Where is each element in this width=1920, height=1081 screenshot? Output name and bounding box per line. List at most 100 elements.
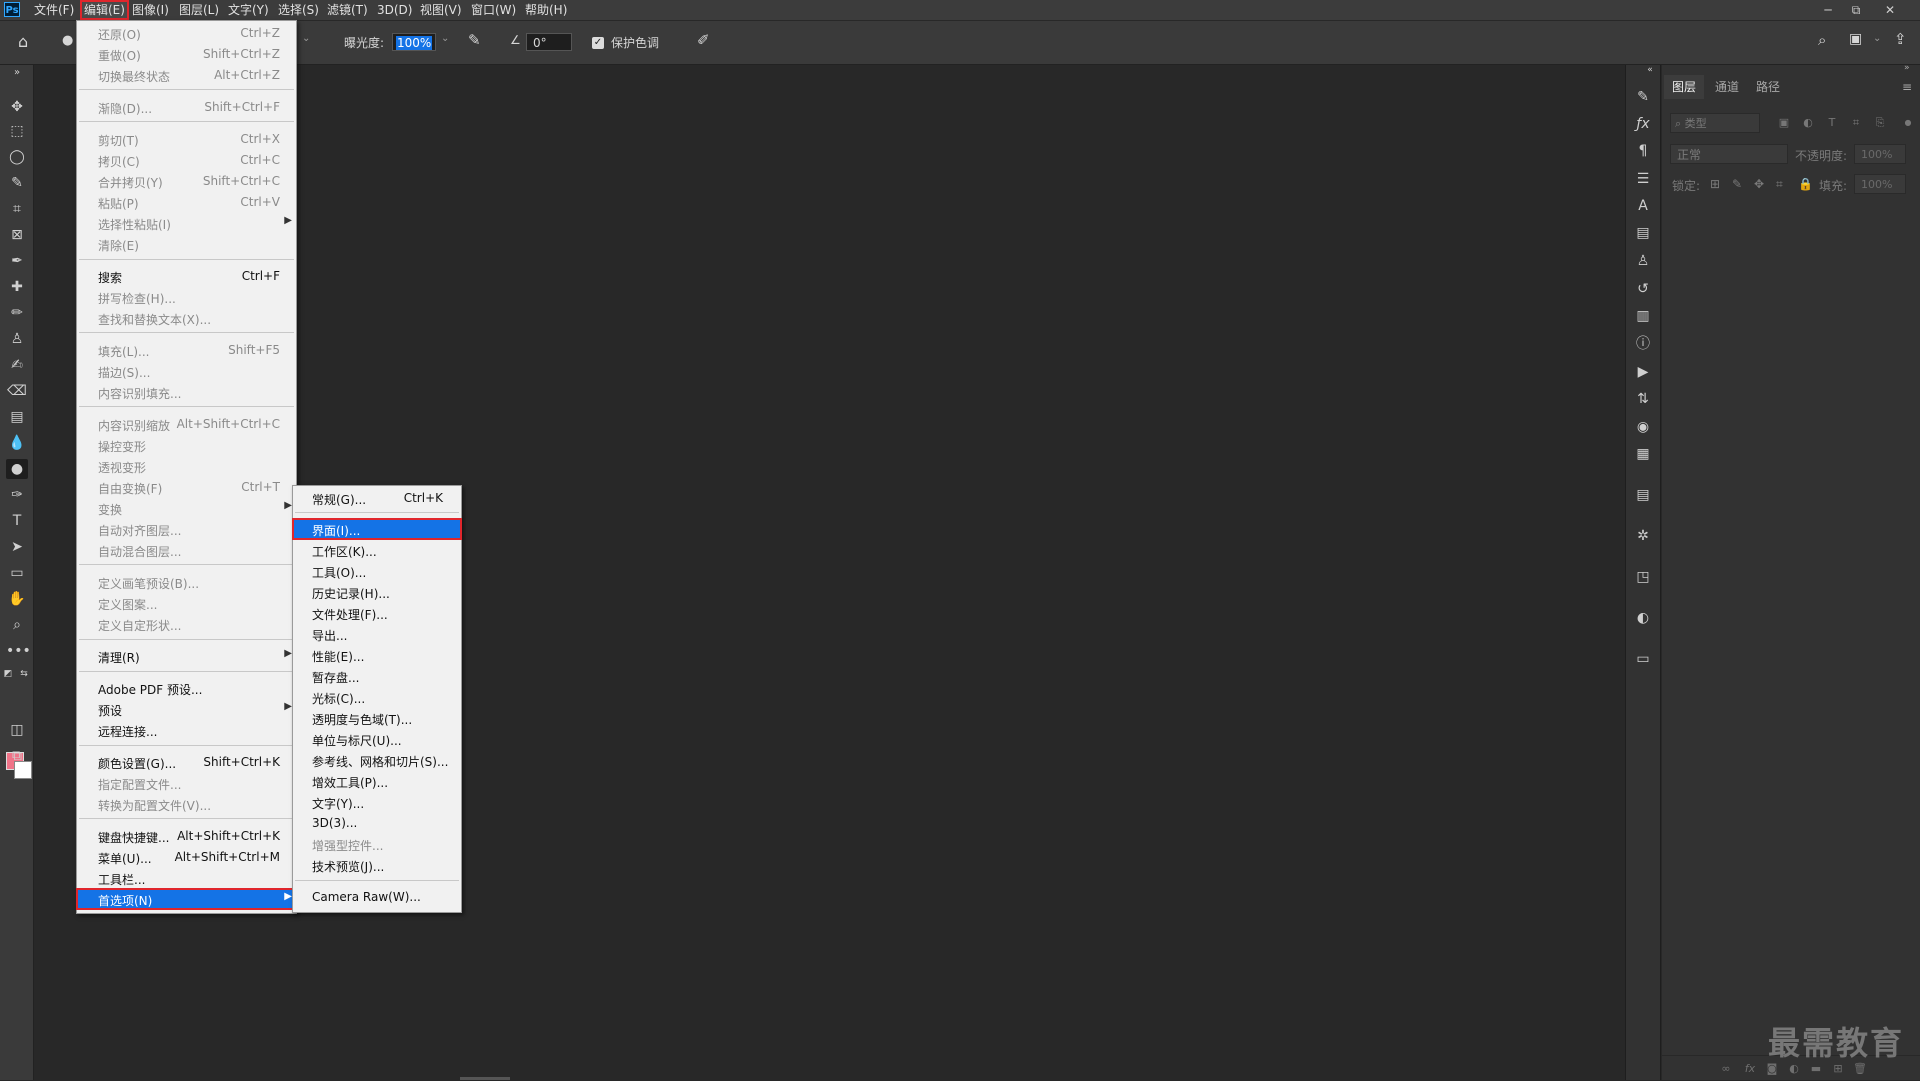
menu-3d[interactable]: 3D(D) [373, 0, 416, 20]
submenu-item-file-handling[interactable]: 文件处理(F)... [293, 603, 461, 623]
workspace-chevron-icon[interactable]: ⌄ [1873, 33, 1881, 44]
lock-artboard-icon[interactable]: ⌗ [1776, 177, 1783, 192]
airbrush-icon[interactable]: ✎ [468, 31, 481, 49]
tab-layers[interactable]: 图层 [1664, 75, 1705, 99]
submenu-item-camera-raw[interactable]: Camera Raw(W)... [293, 887, 461, 907]
menu-file[interactable]: 文件(F) [30, 0, 78, 20]
menu-item-define-pattern[interactable]: 定义图案... [77, 593, 296, 613]
menu-item-copy-merged[interactable]: 合并拷贝(Y) Shift+Ctrl+C [77, 171, 296, 191]
close-icon[interactable]: ✕ [1876, 0, 1904, 20]
swatches-icon[interactable]: ▦ [1633, 444, 1653, 464]
eyedropper-tool-icon[interactable]: ✒ [6, 251, 28, 271]
menu-item-toggle-last-state[interactable]: 切换最终状态 Alt+Ctrl+Z [77, 65, 296, 85]
paragraph-icon[interactable]: ¶ [1633, 141, 1653, 161]
adjustment-filter-icon[interactable]: ◐ [1800, 115, 1816, 131]
submenu-item-type[interactable]: 文字(Y)... [293, 792, 461, 812]
menu-edit[interactable]: 编辑(E) [80, 0, 129, 20]
edit-toolbar-icon[interactable]: ••• [6, 641, 31, 661]
protect-tones-checkbox[interactable]: ✓ [592, 37, 604, 49]
layer-style-icon[interactable]: fx [1742, 1061, 1758, 1077]
collapse-strip-icon[interactable]: « [1640, 60, 1660, 80]
lock-transparent-icon[interactable]: ⊞ [1710, 177, 1720, 191]
menu-item-color-settings[interactable]: 颜色设置(G)... Shift+Ctrl+K [77, 752, 296, 772]
menu-item-content-aware-scale[interactable]: 内容识别缩放 Alt+Shift+Ctrl+C [77, 414, 296, 434]
gradients-icon[interactable]: ▭ [1633, 649, 1653, 669]
submenu-item-history[interactable]: 历史记录(H)... [293, 582, 461, 602]
layer-comps-icon[interactable]: ⇅ [1633, 389, 1653, 409]
restore-icon[interactable]: ⧉ [1842, 0, 1870, 20]
path-selection-tool-icon[interactable]: ➤ [6, 537, 28, 557]
quick-select-tool-icon[interactable]: ✎ [6, 173, 28, 193]
menu-view[interactable]: 视图(V) [416, 0, 466, 20]
submenu-item-units-rulers[interactable]: 单位与标尺(U)... [293, 729, 461, 749]
character-icon[interactable]: A [1633, 196, 1653, 216]
brush-settings-icon[interactable]: ✎ [1633, 87, 1653, 107]
filter-toggle-icon[interactable]: ● [1900, 115, 1916, 131]
menu-item-menus[interactable]: 菜单(U)... Alt+Shift+Ctrl+M [77, 847, 296, 867]
adjustments-icon[interactable]: ◐ [1633, 608, 1653, 628]
smart-object-filter-icon[interactable]: ⎘ [1872, 115, 1888, 131]
blend-mode-select[interactable]: 正常 [1670, 144, 1788, 164]
clone-source-icon[interactable]: ♙ [1633, 251, 1653, 271]
menu-item-copy[interactable]: 拷贝(C) Ctrl+C [77, 150, 296, 170]
shape-filter-icon[interactable]: ⌗ [1848, 115, 1864, 131]
menu-item-free-transform[interactable]: 自由变换(F) Ctrl+T [77, 477, 296, 497]
info-icon[interactable]: ⓘ [1633, 334, 1653, 354]
notes-icon[interactable]: ▤ [1633, 485, 1653, 505]
screen-mode-icon[interactable]: ⧉ [6, 746, 28, 766]
submenu-item-general[interactable]: 常规(G)... Ctrl+K [293, 488, 461, 508]
menu-item-convert-profile[interactable]: 转换为配置文件(V)... [77, 794, 296, 814]
link-layers-icon[interactable]: ∞ [1718, 1061, 1734, 1077]
search-icon[interactable]: ⌕ [1818, 31, 1826, 49]
tab-channels[interactable]: 通道 [1707, 75, 1747, 99]
menu-item-auto-align[interactable]: 自动对齐图层... [77, 519, 296, 539]
gradient-tool-icon[interactable]: ▤ [6, 407, 28, 427]
submenu-item-performance[interactable]: 性能(E)... [293, 645, 461, 665]
styles-icon[interactable]: ƒx [1633, 114, 1653, 134]
menu-item-adobe-pdf-presets[interactable]: Adobe PDF 预设... [77, 678, 296, 698]
rectangle-tool-icon[interactable]: ▭ [6, 563, 28, 583]
menu-item-assign-profile[interactable]: 指定配置文件... [77, 773, 296, 793]
clone-stamp-tool-icon[interactable]: ♙ [6, 329, 28, 349]
healing-brush-tool-icon[interactable]: ✚ [6, 277, 28, 297]
collapse-panel-icon[interactable]: » [1904, 63, 1910, 73]
submenu-item-scratch-disks[interactable]: 暂存盘... [293, 666, 461, 686]
hand-tool-icon[interactable]: ✋ [6, 589, 28, 609]
layer-filter-select[interactable]: ⌕ 类型 [1670, 113, 1760, 133]
minimize-icon[interactable]: ─ [1814, 0, 1842, 20]
submenu-item-interface[interactable]: 界面(I)... [292, 518, 462, 540]
submenu-item-plugins[interactable]: 增效工具(P)... [293, 771, 461, 791]
menu-image[interactable]: 图像(I) [128, 0, 173, 20]
menu-type[interactable]: 文字(Y) [224, 0, 273, 20]
menu-item-transform[interactable]: 变换 ▶ [77, 498, 296, 518]
collapse-toolbar-icon[interactable]: » [6, 63, 28, 83]
menu-item-undo[interactable]: 还原(O) Ctrl+Z [77, 23, 296, 43]
history-brush-tool-icon[interactable]: ✍ [6, 355, 28, 375]
marquee-tool-icon[interactable]: ⬚ [6, 121, 28, 141]
submenu-item-technology-previews[interactable]: 技术预览(J)... [293, 855, 461, 875]
submenu-item-3d[interactable]: 3D(3)... [293, 813, 461, 833]
exposure-input[interactable]: 100% [392, 33, 436, 51]
exposure-dropdown-icon[interactable]: ⌄ [441, 33, 449, 44]
pixel-filter-icon[interactable]: ▣ [1776, 115, 1792, 131]
color-icon[interactable]: ◉ [1633, 417, 1653, 437]
panel-menu-icon[interactable]: ≡ [1894, 75, 1920, 99]
lock-image-icon[interactable]: ✎ [1732, 177, 1742, 191]
menu-help[interactable]: 帮助(H) [521, 0, 571, 20]
pressure-icon[interactable]: ✐ [697, 31, 710, 49]
properties-icon[interactable]: ☰ [1633, 169, 1653, 189]
menu-item-purge[interactable]: 清理(R) ▶ [77, 646, 296, 666]
share-icon[interactable]: ⇪ [1894, 30, 1907, 48]
submenu-item-workspace[interactable]: 工作区(K)... [293, 540, 461, 560]
opacity-input[interactable]: 100% [1854, 144, 1906, 164]
menu-item-find-replace[interactable]: 查找和替换文本(X)... [77, 308, 296, 328]
angle-input[interactable]: 0° [526, 33, 572, 51]
chevron-down-icon[interactable]: ⌄ [302, 33, 310, 44]
tool-preset-icon[interactable]: ● [62, 33, 73, 48]
menu-item-stroke[interactable]: 描边(S)... [77, 361, 296, 381]
lock-all-icon[interactable]: 🔒 [1798, 177, 1813, 191]
dodge-tool-icon[interactable]: ● [6, 459, 28, 479]
menu-item-redo[interactable]: 重做(O) Shift+Ctrl+Z [77, 44, 296, 64]
menu-item-puppet-warp[interactable]: 操控变形 [77, 435, 296, 455]
menu-item-search[interactable]: 搜索 Ctrl+F [77, 266, 296, 286]
